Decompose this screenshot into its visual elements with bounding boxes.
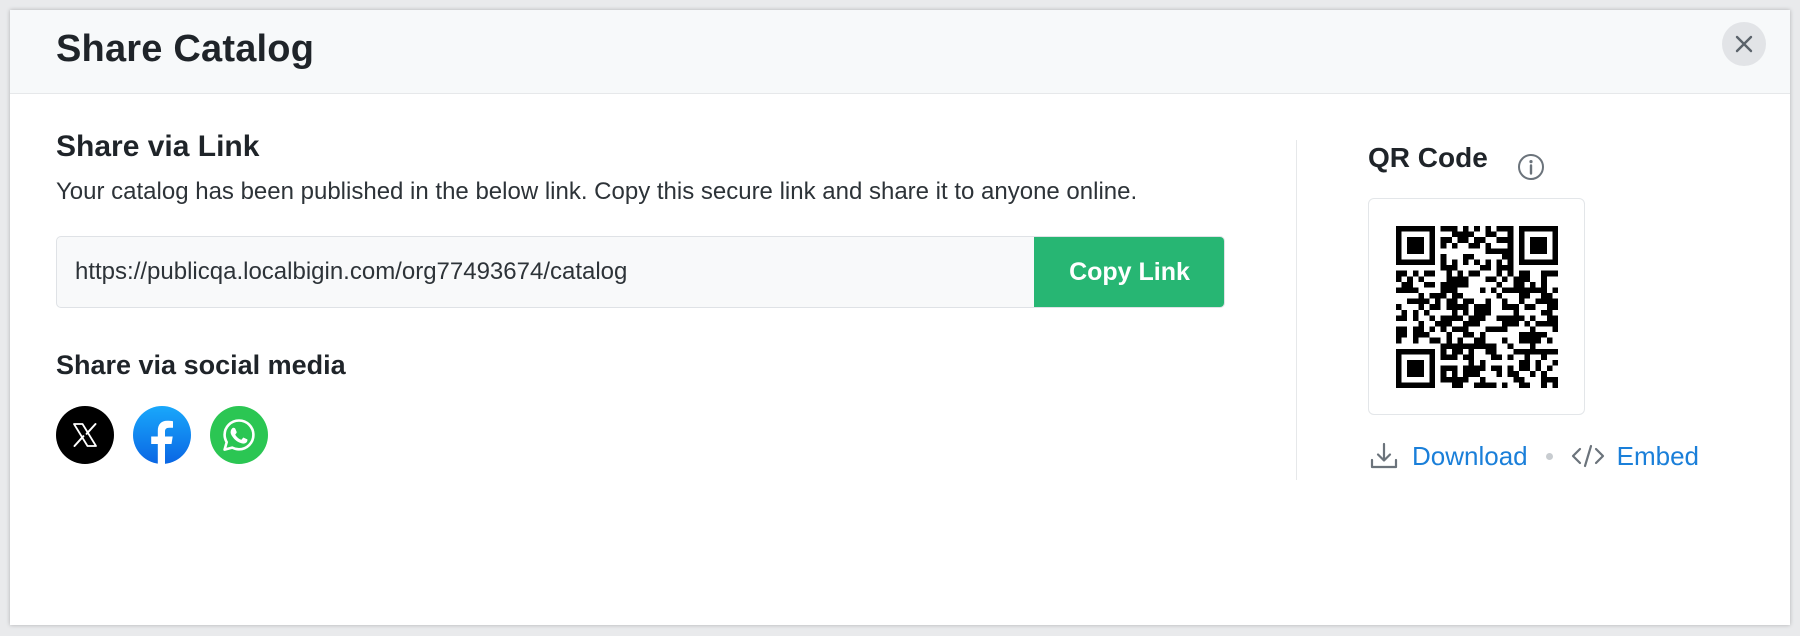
section-divider (1296, 140, 1297, 480)
info-icon[interactable] (1517, 153, 1545, 181)
copy-link-button[interactable]: Copy Link (1034, 237, 1224, 307)
embed-qr-button[interactable]: Embed (1571, 441, 1699, 472)
action-separator (1545, 452, 1553, 460)
share-facebook-button[interactable] (133, 406, 191, 464)
catalog-link-input[interactable] (57, 237, 1032, 307)
close-icon (1735, 35, 1753, 53)
x-logo-icon (73, 423, 97, 447)
share-link-description: Your catalog has been published in the b… (56, 178, 1138, 205)
qr-actions: Download Embed (1368, 440, 1699, 472)
download-qr-button[interactable]: Download (1368, 440, 1528, 472)
social-media-heading: Share via social media (56, 350, 346, 380)
share-catalog-modal: Share Catalog Share via Link Your catalo… (10, 10, 1790, 625)
share-link-heading: Share via Link (56, 130, 260, 163)
modal-title: Share Catalog (56, 28, 315, 70)
code-icon (1571, 444, 1604, 468)
qr-code-heading: QR Code (1368, 142, 1488, 173)
embed-label: Embed (1616, 440, 1700, 471)
download-label: Download (1412, 440, 1528, 471)
share-x-button[interactable] (56, 406, 114, 464)
qr-code-card (1368, 198, 1585, 415)
link-field-group: Copy Link (56, 236, 1225, 308)
whatsapp-logo-icon (223, 419, 255, 451)
close-button[interactable] (1722, 22, 1766, 66)
social-buttons (56, 406, 268, 464)
facebook-logo-icon (151, 420, 173, 464)
qr-code-image (1395, 225, 1558, 388)
download-icon (1370, 442, 1398, 469)
modal-header: Share Catalog (10, 10, 1790, 94)
share-whatsapp-button[interactable] (210, 406, 268, 464)
